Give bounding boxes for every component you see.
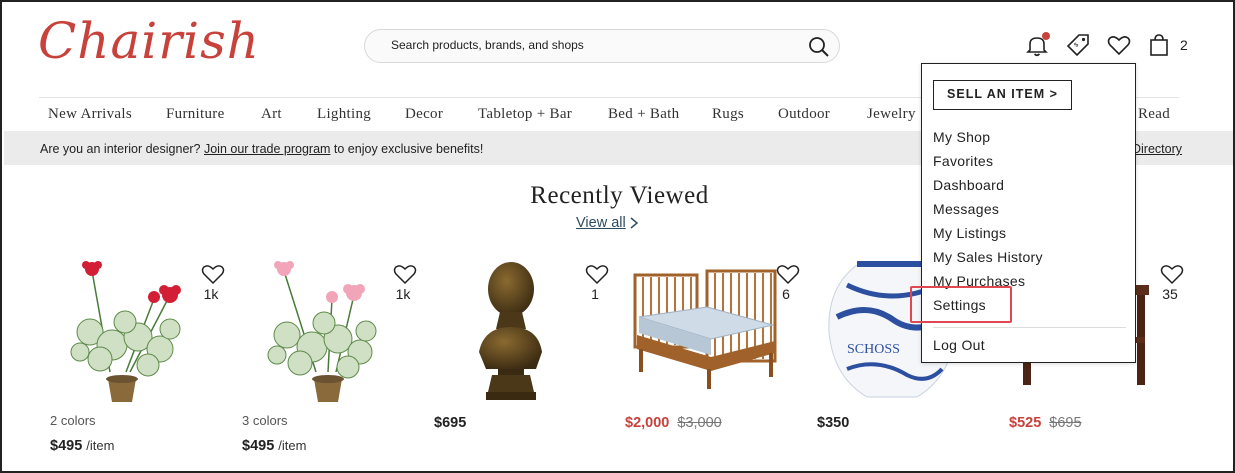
price-unit: /item (278, 438, 307, 453)
price-row: $695 (434, 415, 466, 431)
view-all-link[interactable]: View all (576, 215, 626, 231)
menu-item-log-out[interactable]: Log Out (933, 337, 985, 353)
favorite-heart-icon[interactable] (776, 263, 800, 285)
sale-price: $2,000 (625, 415, 670, 431)
menu-item-messages[interactable]: Messages (933, 201, 999, 217)
product-card[interactable]: 6 $2,000 $3,000 (625, 257, 815, 457)
price: $495 (50, 438, 83, 454)
search-input[interactable] (391, 38, 791, 52)
nav-tabletop-bar[interactable]: Tabletop + Bar (478, 106, 572, 123)
color-count: 2 colors (50, 413, 96, 428)
original-price: $695 (1049, 415, 1082, 431)
price: $350 (817, 415, 850, 431)
product-image[interactable] (625, 257, 795, 402)
sell-an-item-button[interactable]: SELL AN ITEM > (933, 80, 1072, 110)
banner-prefix: Are you an interior designer? (40, 142, 204, 156)
menu-item-favorites[interactable]: Favorites (933, 153, 993, 169)
product-image[interactable] (242, 257, 412, 402)
sale-price: $525 (1009, 415, 1042, 431)
menu-item-my-sales-history[interactable]: My Sales History (933, 249, 1043, 265)
product-card[interactable]: 1 $695 (434, 257, 624, 457)
search-bar[interactable] (364, 29, 840, 63)
trade-program-link[interactable]: Join our trade program (204, 142, 330, 156)
like-count: 35 (1162, 286, 1178, 302)
menu-item-dashboard[interactable]: Dashboard (933, 177, 1004, 193)
nav-bed-bath[interactable]: Bed + Bath (608, 106, 679, 123)
price: $495 (242, 438, 275, 454)
price-row: $2,000 $3,000 (625, 415, 722, 431)
svg-text:$: $ (1074, 42, 1081, 49)
nav-lighting[interactable]: Lighting (317, 106, 371, 123)
like-count: 1 (591, 286, 599, 302)
like-count: 6 (782, 286, 790, 302)
svg-text:SCHOSS: SCHOSS (847, 342, 900, 357)
price: $695 (434, 415, 467, 431)
chairish-logo[interactable]: Chairish (38, 12, 260, 70)
nav-outdoor[interactable]: Outdoor (778, 106, 830, 123)
nav-furniture[interactable]: Furniture (166, 106, 225, 123)
notification-dot (1042, 32, 1050, 40)
favorite-heart-icon[interactable] (1160, 263, 1184, 285)
nav-read[interactable]: Read (1138, 106, 1170, 123)
like-count: 1k (203, 286, 219, 302)
product-card[interactable]: 1k 2 colors $495/item (50, 257, 240, 457)
shopping-bag-icon[interactable] (1146, 32, 1172, 58)
chevron-right-icon[interactable] (628, 215, 640, 231)
product-image[interactable] (50, 257, 220, 402)
nav-new-arrivals[interactable]: New Arrivals (48, 106, 132, 123)
browser-page: Chairish $ 2 New Arrivals Furniture Art … (0, 0, 1235, 473)
color-count: 3 colors (242, 413, 288, 428)
product-card[interactable]: 1k 3 colors $495/item (242, 257, 432, 457)
price-row: $495/item (50, 438, 114, 454)
settings-highlight-box (910, 286, 1012, 323)
nav-rugs[interactable]: Rugs (712, 106, 744, 123)
price-row: $350 (817, 415, 849, 431)
price-row: $495/item (242, 438, 306, 454)
nav-art[interactable]: Art (261, 106, 282, 123)
price-tag-icon[interactable]: $ (1065, 32, 1091, 58)
price-unit: /item (86, 438, 115, 453)
search-icon[interactable] (807, 35, 831, 59)
menu-item-my-listings[interactable]: My Listings (933, 225, 1006, 241)
directory-link[interactable]: Directory (1132, 142, 1182, 156)
like-count: 1k (395, 286, 411, 302)
cart-count: 2 (1180, 37, 1188, 53)
nav-decor[interactable]: Decor (405, 106, 443, 123)
favorite-heart-icon[interactable] (585, 263, 609, 285)
price-row: $525 $695 (1009, 415, 1082, 431)
product-image[interactable] (434, 257, 604, 402)
nav-jewelry[interactable]: Jewelry (867, 106, 916, 123)
heart-icon[interactable] (1106, 32, 1132, 58)
menu-divider (933, 327, 1126, 328)
banner-text: Are you an interior designer? Join our t… (40, 142, 483, 156)
favorite-heart-icon[interactable] (201, 263, 225, 285)
banner-suffix: to enjoy exclusive benefits! (330, 142, 484, 156)
favorite-heart-icon[interactable] (393, 263, 417, 285)
original-price: $3,000 (677, 415, 722, 431)
menu-item-my-shop[interactable]: My Shop (933, 129, 990, 145)
